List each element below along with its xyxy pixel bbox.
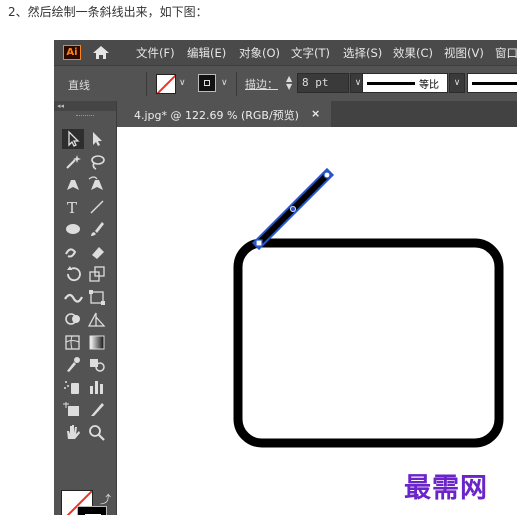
anchor-point-end[interactable]	[323, 171, 331, 179]
home-icon[interactable]	[90, 43, 112, 62]
menu-view[interactable]: 视图(V)	[444, 45, 484, 61]
menu-object[interactable]: 对象(O)	[239, 45, 280, 61]
line-segment-icon[interactable]	[86, 197, 108, 217]
control-bar: 直线 ∨ ∨ 描边： ▲ ▼ 8 pt ∨ 等比 ∨	[54, 65, 517, 102]
profile-line	[367, 82, 415, 85]
paintbrush-icon[interactable]	[86, 219, 108, 239]
shape-builder-icon[interactable]	[62, 309, 84, 329]
zoom-icon[interactable]	[86, 422, 108, 442]
mesh-icon[interactable]	[62, 332, 84, 352]
menu-file[interactable]: 文件(F)	[136, 45, 175, 61]
selection-icon[interactable]	[62, 129, 84, 149]
tools-panel: ◂◂ T ⤴	[54, 101, 117, 515]
eyedropper-icon[interactable]	[62, 354, 84, 374]
eraser-icon[interactable]	[86, 242, 108, 262]
profile-label: 等比	[419, 80, 439, 91]
illustrator-window: Ai 文件(F) 编辑(E) 对象(O) 文字(T) 选择(S) 效果(C) 视…	[54, 40, 517, 515]
tutorial-caption: 2、然后绘制一条斜线出来，如下图：	[8, 5, 208, 19]
menu-edit[interactable]: 编辑(E)	[187, 45, 226, 61]
stroke-weight-input[interactable]: 8 pt	[297, 73, 349, 93]
gradient-icon[interactable]	[86, 332, 108, 352]
rounded-rectangle-shape[interactable]	[233, 238, 504, 448]
profile-dropdown[interactable]: ∨	[449, 73, 465, 93]
stroke-label[interactable]: 描边：	[245, 76, 278, 92]
fill-swatch[interactable]	[156, 74, 176, 94]
blend-icon[interactable]	[86, 354, 108, 374]
menu-bar: Ai 文件(F) 编辑(E) 对象(O) 文字(T) 选择(S) 效果(C) 视…	[54, 40, 517, 65]
panel-collapse-icon[interactable]: ◂◂	[54, 101, 116, 111]
svg-text:T: T	[67, 199, 77, 217]
type-icon[interactable]: T	[62, 197, 84, 217]
center-point	[289, 206, 296, 213]
rotate-icon[interactable]	[62, 264, 84, 284]
brush-line	[472, 82, 517, 85]
shaper-icon[interactable]	[62, 242, 84, 262]
artboard-canvas[interactable]	[117, 127, 517, 515]
divider	[236, 72, 237, 96]
swap-colors-icon[interactable]: ⤴	[100, 491, 111, 507]
document-tab-title: 4.jpg* @ 122.69 % (RGB/预览)	[134, 109, 299, 122]
ellipse-icon[interactable]	[62, 219, 84, 239]
stroke-swatch[interactable]	[198, 74, 216, 92]
slice-icon[interactable]	[86, 399, 108, 419]
hand-icon[interactable]	[62, 422, 84, 442]
width-icon[interactable]	[62, 287, 84, 307]
scale-icon[interactable]	[86, 264, 108, 284]
artwork	[233, 167, 504, 448]
anchor-point-start[interactable]	[255, 239, 263, 247]
close-icon[interactable]: ×	[311, 107, 320, 120]
menu-effect[interactable]: 效果(C)	[393, 45, 433, 61]
panel-grip[interactable]	[76, 115, 94, 118]
document-tab-bar: 4.jpg* @ 122.69 % (RGB/预览) ×	[117, 101, 517, 127]
divider	[146, 72, 147, 96]
app-logo: Ai	[63, 45, 81, 60]
chevron-down-icon[interactable]: ∨	[179, 78, 186, 88]
symbol-sprayer-icon[interactable]	[62, 377, 84, 397]
direct-selection-icon[interactable]	[86, 129, 108, 149]
curvature-icon[interactable]	[86, 174, 108, 194]
stepper-icon[interactable]: ▲ ▼	[286, 75, 292, 91]
magic-wand-icon[interactable]	[62, 152, 84, 172]
free-transform-icon[interactable]	[86, 287, 108, 307]
variable-width-profile[interactable]: 等比	[362, 73, 448, 93]
artboard-icon[interactable]	[62, 399, 84, 419]
chevron-down-icon[interactable]: ∨	[221, 78, 228, 88]
document-tab[interactable]: 4.jpg* @ 122.69 % (RGB/预览) ×	[117, 101, 331, 127]
menu-type[interactable]: 文字(T)	[291, 45, 330, 61]
brush-definition[interactable]	[467, 73, 517, 93]
current-tool-label: 直线	[68, 79, 90, 92]
menu-select[interactable]: 选择(S)	[343, 45, 382, 61]
menu-window[interactable]: 窗口	[495, 45, 517, 61]
lasso-icon[interactable]	[86, 152, 108, 172]
stroke-color-box[interactable]	[77, 506, 107, 515]
watermark-logo: 最需网	[404, 473, 488, 504]
column-graph-icon[interactable]	[86, 377, 108, 397]
pen-icon[interactable]	[62, 174, 84, 194]
perspective-grid-icon[interactable]	[86, 309, 108, 329]
